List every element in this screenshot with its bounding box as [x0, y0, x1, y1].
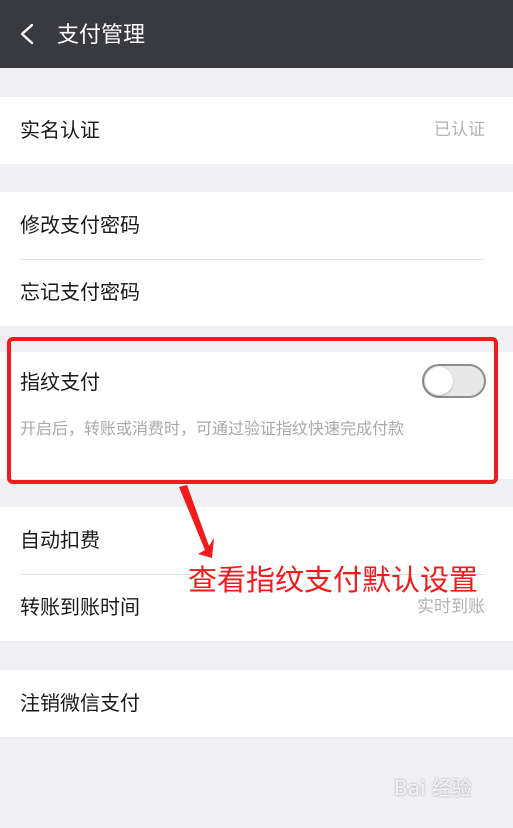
title-bar: 支付管理	[0, 0, 513, 68]
annotation-text: 查看指纹支付默认设置	[188, 563, 479, 597]
page-title: 支付管理	[57, 23, 146, 48]
row-real-name-auth[interactable]: 实名认证 已认证	[0, 97, 513, 164]
row-label: 忘记支付密码	[20, 280, 140, 304]
row-label: 修改支付密码	[20, 213, 140, 237]
row-label: 注销微信支付	[20, 691, 140, 715]
row-change-password[interactable]: 修改支付密码	[0, 192, 513, 259]
back-arrow-icon[interactable]	[16, 22, 40, 46]
annotation-arrow-icon	[179, 485, 214, 558]
highlight-box	[7, 337, 498, 484]
row-label: 实名认证	[20, 118, 100, 142]
watermark: Bai 经验	[394, 776, 472, 800]
settings-group-deregister: 注销微信支付	[0, 670, 513, 737]
row-deregister-wechat-pay[interactable]: 注销微信支付	[0, 670, 513, 737]
row-forgot-password[interactable]: 忘记支付密码	[0, 259, 513, 326]
row-label: 自动扣费	[20, 528, 100, 552]
row-value: 已认证	[434, 120, 485, 140]
row-label: 转账到账时间	[20, 595, 140, 619]
settings-group-verification: 实名认证 已认证	[0, 97, 513, 164]
settings-group-password: 修改支付密码 忘记支付密码	[0, 192, 513, 326]
